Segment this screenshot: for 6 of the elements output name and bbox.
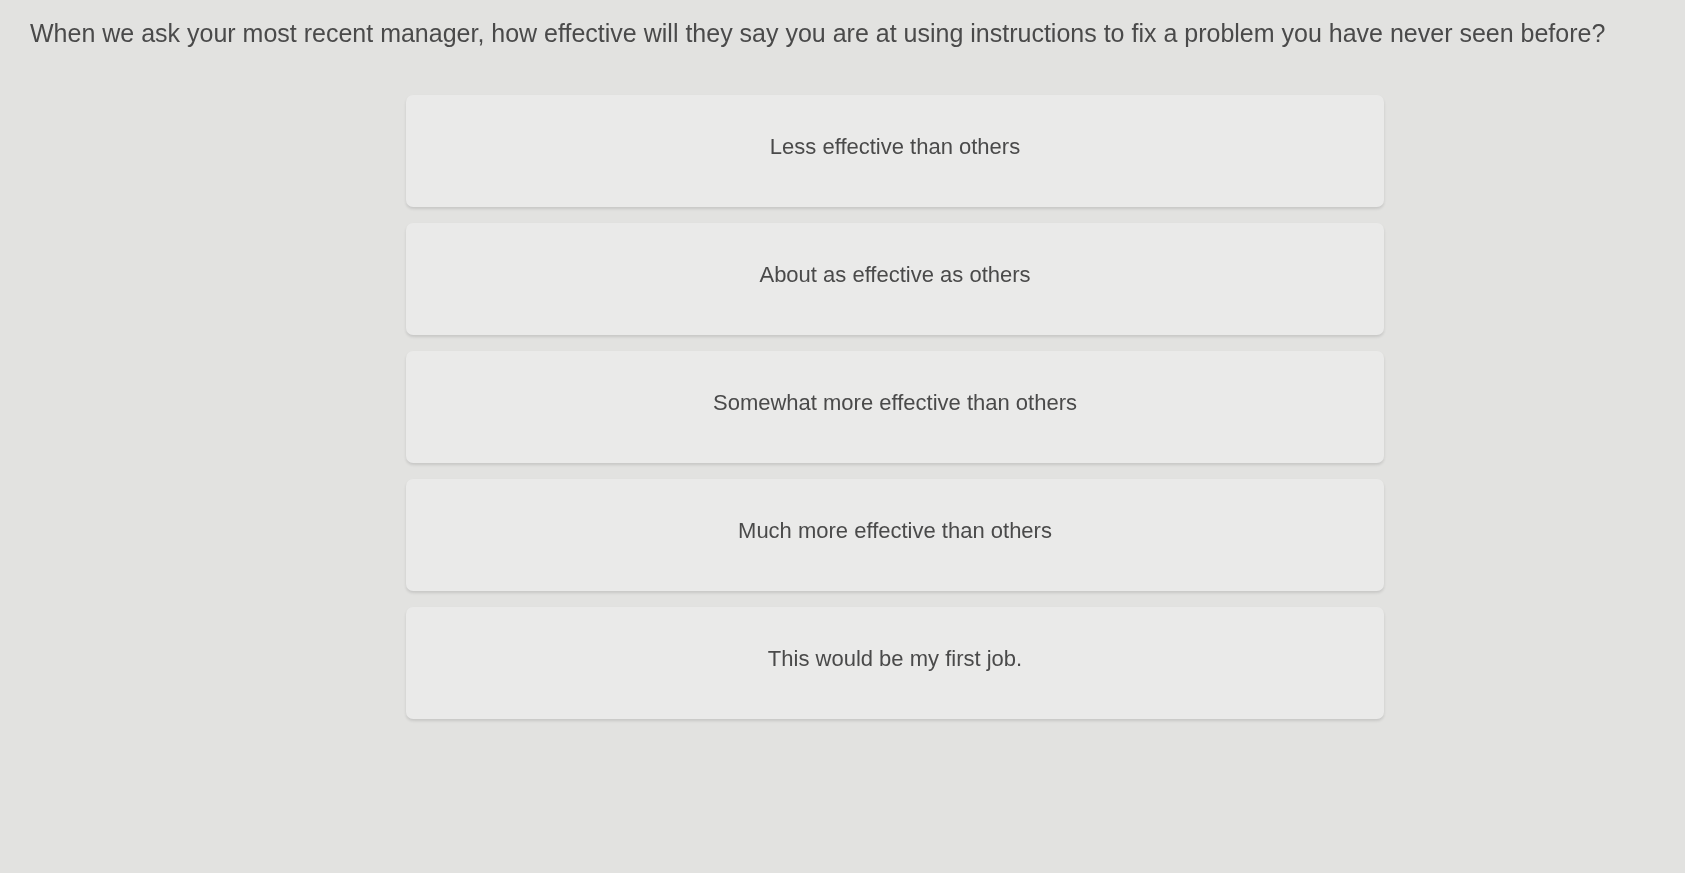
answer-option[interactable]: Much more effective than others (406, 479, 1384, 591)
answer-option[interactable]: Somewhat more effective than others (406, 351, 1384, 463)
question-text: When we ask your most recent manager, how effective will they say you are at using instructions to fix a problem you have never seen before? (30, 18, 1607, 49)
answer-option[interactable]: Less effective than others (406, 95, 1384, 207)
answer-option[interactable]: This would be my first job. (406, 607, 1384, 719)
answer-option[interactable]: About as effective as others (406, 223, 1384, 335)
